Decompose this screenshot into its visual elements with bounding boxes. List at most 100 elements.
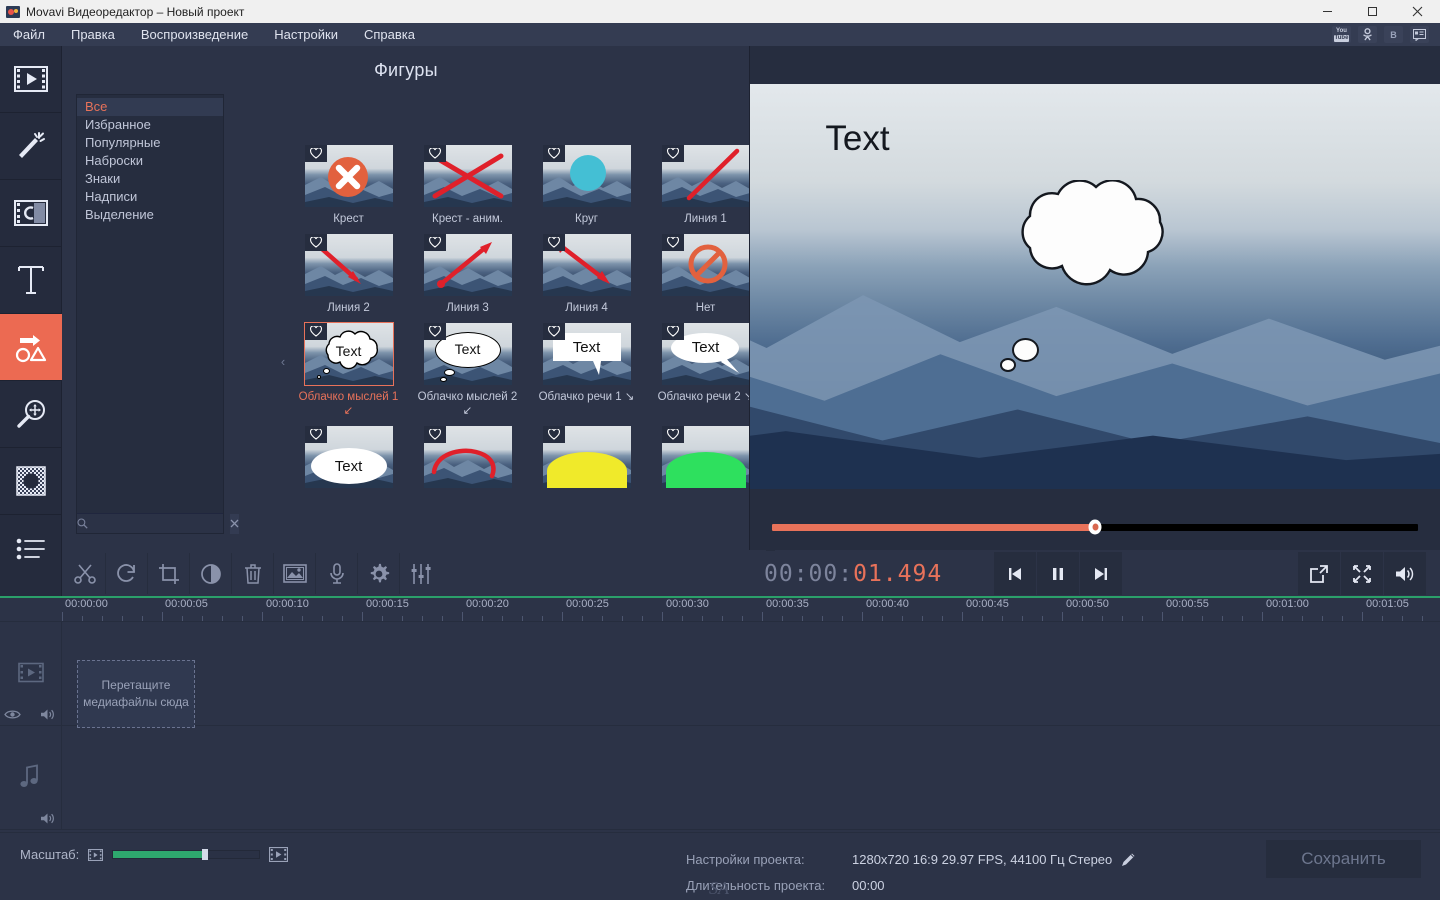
sidebar-item-titles[interactable] <box>0 247 62 314</box>
maximize-button[interactable] <box>1350 0 1395 23</box>
favorite-heart-icon[interactable] <box>423 145 446 162</box>
menu-settings[interactable]: Настройки <box>261 23 351 46</box>
shape-thumbnail[interactable]: Text <box>542 323 631 385</box>
fullscreen-button[interactable] <box>1341 552 1383 595</box>
sidebar-item-shapes[interactable] <box>0 314 62 381</box>
save-button[interactable]: Сохранить <box>1266 840 1421 878</box>
shape-thumbnail[interactable] <box>542 426 631 488</box>
support-chat-icon[interactable] <box>1410 26 1429 43</box>
shape-item-green-blob[interactable] <box>651 426 760 493</box>
zoom-slider-handle[interactable] <box>202 849 209 860</box>
shape-thumbnail[interactable]: Text <box>661 323 750 385</box>
close-button[interactable] <box>1395 0 1440 23</box>
favorite-heart-icon[interactable] <box>304 323 327 340</box>
menu-file[interactable]: Файл <box>0 23 58 46</box>
shape-thumbnail[interactable] <box>661 426 750 488</box>
next-frame-button[interactable] <box>1080 552 1123 595</box>
microphone-icon[interactable] <box>316 553 358 594</box>
shape-item-thought-bubble-2[interactable]: Text Облачко мыслей 2 ↙ <box>413 323 522 418</box>
shape-item-red-scribble[interactable] <box>413 426 522 493</box>
favorite-heart-icon[interactable] <box>661 234 684 251</box>
shape-item-yellow-blob[interactable] <box>532 426 641 493</box>
shape-thumbnail[interactable] <box>423 234 512 296</box>
color-adjust-icon[interactable] <box>190 553 232 594</box>
equalizer-sliders-icon[interactable] <box>400 553 442 594</box>
preview-scrubber[interactable] <box>750 519 1440 535</box>
media-dropzone[interactable]: Перетащите медиафайлы сюда <box>77 660 195 728</box>
shape-thumbnail[interactable]: Text <box>304 426 393 488</box>
shape-item-no-sign[interactable]: Нет <box>651 234 760 315</box>
shape-thumbnail[interactable] <box>542 234 631 296</box>
shape-item-line-4[interactable]: Линия 4 <box>532 234 641 315</box>
category-item-popular[interactable]: Популярные <box>77 134 223 152</box>
sidebar-item-pan-and-zoom[interactable] <box>0 381 62 448</box>
favorite-heart-icon[interactable] <box>304 145 327 162</box>
rotate-icon[interactable] <box>106 553 148 594</box>
odnoklassniki-icon[interactable] <box>1358 26 1377 43</box>
shape-item-line-1[interactable]: Линия 1 <box>651 145 760 226</box>
favorite-heart-icon[interactable] <box>423 426 446 443</box>
vk-icon[interactable]: В <box>1384 26 1403 43</box>
shape-item-speech-bubble-2[interactable]: Text Облачко речи 2 ↘ <box>651 323 760 418</box>
image-stabilize-icon[interactable] <box>274 553 316 594</box>
youtube-icon[interactable]: You Tube <box>1332 26 1351 43</box>
shape-item-line-2[interactable]: Линия 2 <box>294 234 403 315</box>
speaker-icon[interactable] <box>40 708 57 724</box>
category-item-all[interactable]: Все <box>77 98 223 116</box>
gear-settings-icon[interactable] <box>358 553 400 594</box>
category-item-favorites[interactable]: Избранное <box>77 116 223 134</box>
detach-preview-button[interactable] <box>1298 552 1340 595</box>
video-track[interactable]: Перетащите медиафайлы сюда <box>0 622 1440 728</box>
film-large-icon[interactable] <box>269 847 289 862</box>
favorite-heart-icon[interactable] <box>661 145 684 162</box>
cut-scissors-icon[interactable] <box>64 553 106 594</box>
favorite-heart-icon[interactable] <box>542 426 565 443</box>
favorite-heart-icon[interactable] <box>304 234 327 251</box>
shape-item-line-3[interactable]: Линия 3 <box>413 234 522 315</box>
shape-thumbnail[interactable] <box>304 234 393 296</box>
film-small-icon[interactable] <box>88 848 104 861</box>
shape-thumbnail[interactable] <box>423 145 512 207</box>
favorite-heart-icon[interactable] <box>423 234 446 251</box>
shape-thumbnail[interactable]: Text <box>423 323 512 385</box>
shape-item-circle[interactable]: Круг <box>532 145 641 226</box>
shape-thumbnail[interactable] <box>423 426 512 488</box>
previous-frame-button[interactable] <box>994 552 1037 595</box>
favorite-heart-icon[interactable] <box>661 426 684 443</box>
sidebar-item-more-tools[interactable] <box>0 515 62 582</box>
shape-item-speech-bubble-1[interactable]: Text Облачко речи 1 ↘ <box>532 323 641 418</box>
favorite-heart-icon[interactable] <box>542 145 565 162</box>
menu-playback[interactable]: Воспроизведение <box>128 23 261 46</box>
shape-item-oval-text[interactable]: Text <box>294 426 403 493</box>
audio-track[interactable] <box>0 726 1440 830</box>
video-canvas[interactable]: Text <box>750 84 1440 489</box>
search-input[interactable] <box>88 517 230 530</box>
chevron-left-icon[interactable]: ‹ <box>277 346 289 376</box>
thought-bubble-overlay[interactable] <box>988 179 1203 290</box>
shape-item-cross[interactable]: Крест <box>294 145 403 226</box>
pause-button[interactable] <box>1037 552 1080 595</box>
eye-icon[interactable] <box>4 708 21 723</box>
category-item-captions[interactable]: Надписи <box>77 188 223 206</box>
scrubber-handle[interactable] <box>1088 519 1102 535</box>
sidebar-item-import[interactable] <box>0 46 62 113</box>
category-item-sketches[interactable]: Наброски <box>77 152 223 170</box>
menu-help[interactable]: Справка <box>351 23 428 46</box>
shape-thumbnail[interactable] <box>661 234 750 296</box>
delete-trash-icon[interactable] <box>232 553 274 594</box>
sidebar-item-filters[interactable] <box>0 113 62 180</box>
pencil-icon[interactable] <box>1121 852 1136 867</box>
favorite-heart-icon[interactable] <box>423 323 446 340</box>
shape-thumbnail[interactable] <box>661 145 750 207</box>
shape-thumbnail[interactable]: Text <box>303 322 394 386</box>
shape-thumbnail[interactable] <box>542 145 631 207</box>
shape-thumbnail[interactable] <box>304 145 393 207</box>
shape-item-cross-animated[interactable]: Крест - аним. <box>413 145 522 226</box>
favorite-heart-icon[interactable] <box>661 323 684 340</box>
minimize-button[interactable] <box>1305 0 1350 23</box>
shape-item-thought-bubble-1[interactable]: Text Облачко мыслей 1 ↙ <box>294 322 403 418</box>
favorite-heart-icon[interactable] <box>304 426 327 443</box>
speaker-icon[interactable] <box>40 812 57 828</box>
favorite-heart-icon[interactable] <box>542 234 565 251</box>
timeline-ruler[interactable]: 00:00:00 00:00:05 00:00:10 00:00:15 00:0… <box>0 598 1440 622</box>
